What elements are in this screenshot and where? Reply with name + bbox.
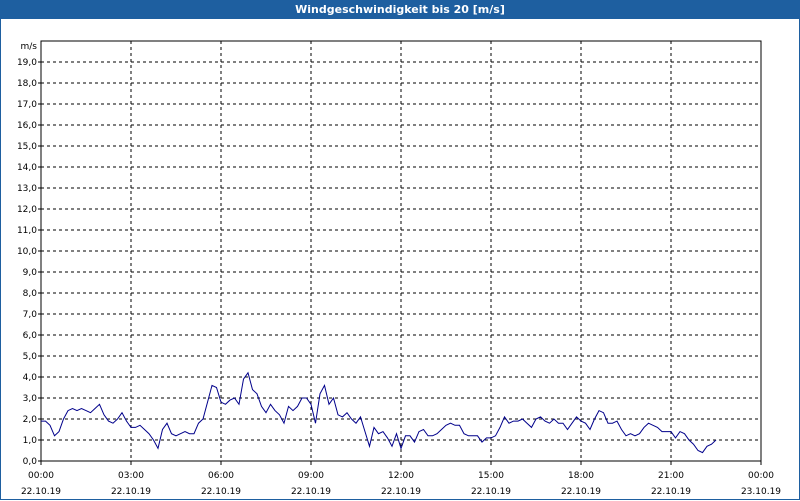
y-tick-label: 6,0 <box>23 331 38 341</box>
y-tick-label: 18,0 <box>17 79 37 89</box>
y-tick-label: 14,0 <box>17 163 37 173</box>
y-tick-label: 4,0 <box>23 373 38 383</box>
x-tick-date-label: 22.10.19 <box>381 487 421 497</box>
x-tick-date-label: 22.10.19 <box>291 487 331 497</box>
y-tick-label: 0,0 <box>23 457 38 467</box>
wind-speed-chart: 0,0 1,0 2,0 3,0 4,0 5,0 6,0 7,0 8,0 9,0 10,0 11,0 12… <box>17 40 781 497</box>
x-tick-date-label: 22.10.19 <box>201 487 241 497</box>
y-tick-label: 8,0 <box>23 289 38 299</box>
x-tick-date-label: 22.10.19 <box>111 487 151 497</box>
y-tick-label: 9,0 <box>23 268 38 278</box>
y-tick-label: 15,0 <box>17 142 37 152</box>
x-tick-time-label: 09:00 <box>298 471 324 481</box>
x-tick-date-label: 22.10.19 <box>21 487 61 497</box>
x-tick-time-label: 00:00 <box>28 471 54 481</box>
x-tick-date-label: 22.10.19 <box>561 487 601 497</box>
y-tick-label: 12,0 <box>17 205 37 215</box>
y-tick-label: 7,0 <box>23 310 38 320</box>
x-tick-time-label: 06:00 <box>208 471 234 481</box>
y-tick-label: 2,0 <box>23 415 38 425</box>
y-tick-label: 11,0 <box>17 226 37 236</box>
y-tick-label: 17,0 <box>17 100 37 110</box>
x-tick-date-label: 22.10.19 <box>651 487 691 497</box>
x-tick-date-label: 22.10.19 <box>471 487 511 497</box>
chart-window: Windgeschwindigkeit bis 20 [m/s] 0,0 1,0 2… <box>0 0 800 500</box>
x-tick-time-label: 12:00 <box>388 471 414 481</box>
y-tick-label: 13,0 <box>17 184 37 194</box>
x-tick-time-label: 21:00 <box>658 471 684 481</box>
x-tick-time-label: 00:00 <box>748 471 774 481</box>
x-tick-date-label: 23.10.19 <box>741 487 781 497</box>
y-tick-label: 3,0 <box>23 394 38 404</box>
y-tick-label: 5,0 <box>23 352 38 362</box>
y-axis-label: m/s <box>21 42 38 52</box>
x-tick-time-label: 18:00 <box>568 471 594 481</box>
y-tick-label: 1,0 <box>23 436 38 446</box>
x-tick-time-label: 15:00 <box>478 471 504 481</box>
y-tick-label: 19,0 <box>17 58 37 68</box>
y-tick-label: 10,0 <box>17 247 37 257</box>
y-tick-label: 16,0 <box>17 121 37 131</box>
x-tick-time-label: 03:00 <box>118 471 144 481</box>
